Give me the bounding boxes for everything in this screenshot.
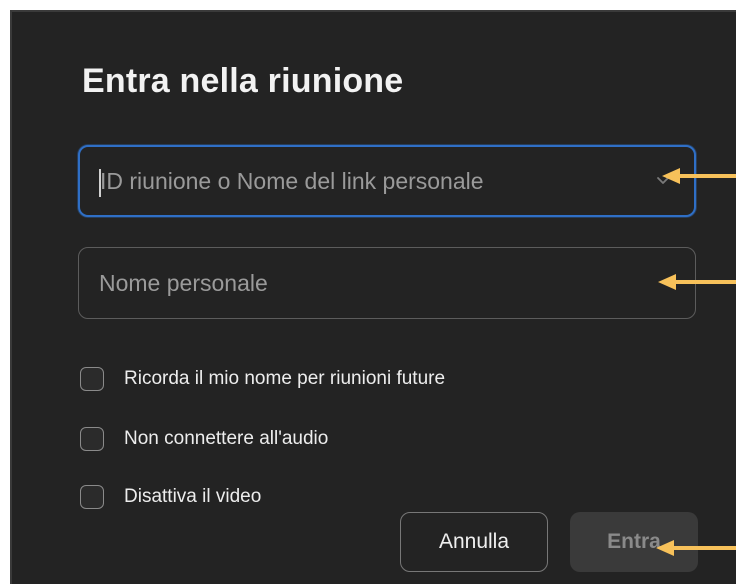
no-audio-label: Non connettere all'audio	[124, 428, 329, 449]
annotation-arrow-id-icon	[662, 168, 736, 184]
cancel-button[interactable]: Annulla	[400, 512, 548, 572]
personal-name-field[interactable]	[78, 247, 696, 319]
option-disable-video[interactable]: Disattiva il video	[80, 482, 261, 512]
personal-name-input[interactable]	[99, 248, 639, 318]
dialog-title: Entra nella riunione	[82, 62, 404, 100]
meeting-id-field[interactable]	[78, 145, 696, 217]
option-no-audio[interactable]: Non connettere all'audio	[80, 424, 328, 454]
annotation-arrow-join-icon	[656, 540, 736, 556]
disable-video-checkbox[interactable]	[80, 485, 104, 509]
no-audio-checkbox[interactable]	[80, 427, 104, 451]
remember-name-checkbox[interactable]	[80, 367, 104, 391]
join-meeting-dialog: Entra nella riunione Ricorda il mio nome…	[10, 10, 736, 584]
disable-video-label: Disattiva il video	[124, 486, 262, 507]
remember-name-label: Ricorda il mio nome per riunioni future	[124, 368, 446, 389]
meeting-id-input[interactable]	[100, 147, 640, 215]
annotation-arrow-name-icon	[658, 274, 736, 290]
option-remember-name[interactable]: Ricorda il mio nome per riunioni future	[80, 364, 445, 394]
text-caret	[99, 169, 101, 197]
